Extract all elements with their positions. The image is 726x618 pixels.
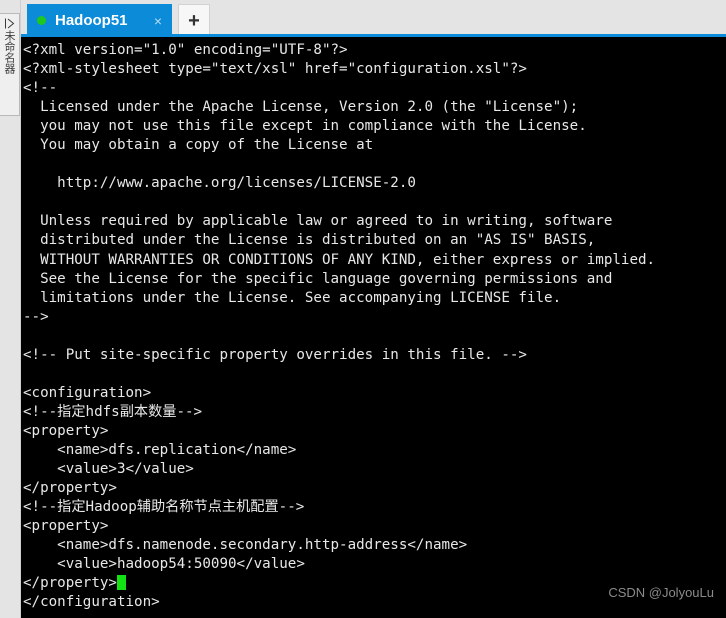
terminal-line: <property> [23,518,109,535]
terminal-line: <property> [23,422,109,439]
tab-label: Hadoop51 [55,12,128,29]
terminal-app-window: 未命名器 Hadoop51 × + <?xml version="1.0" en… [0,0,726,618]
terminal-line: <!--指定Hadoop辅助名称节点主机配置--> [23,499,305,516]
terminal-line: limitations under the License. See accom… [23,289,562,306]
terminal-line: <name>dfs.replication</name> [23,441,297,458]
terminal-line: Licensed under the Apache License, Versi… [23,99,579,116]
terminal-line: <value>3</value> [23,461,194,478]
new-tab-button[interactable]: + [178,4,210,37]
tab-bar: Hadoop51 × + [21,0,726,37]
session-manager-panel[interactable]: 未命名器 [0,13,20,116]
session-manager-label: 未命名器 [3,30,16,74]
terminal-line: <configuration> [23,384,152,401]
terminal-line: WITHOUT WARRANTIES OR CONDITIONS OF ANY … [23,251,656,268]
terminal-line: You may obtain a copy of the License at [23,137,374,154]
terminal-line: <?xml version="1.0" encoding="UTF-8"?> [23,42,348,58]
terminal-line: <value>hadoop54:50090</value> [23,556,305,573]
terminal-line: </configuration> [23,594,160,611]
terminal-line: distributed under the License is distrib… [23,232,596,249]
terminal-line: <!-- Put site-specific property override… [23,346,527,363]
terminal-line: </property> [23,574,655,593]
terminal-line: you may not use this file except in comp… [23,118,587,135]
terminal-line: See the License for the specific languag… [23,270,613,287]
terminal-line: <!--指定hdfs副本数量--> [23,403,203,420]
terminal-line: <name>dfs.namenode.secondary.http-addres… [23,537,468,554]
terminal-output-pane[interactable]: <?xml version="1.0" encoding="UTF-8"?> <?… [21,37,726,618]
terminal-line: --> [23,308,49,325]
close-icon[interactable]: × [152,14,164,28]
terminal-text: <?xml version="1.0" encoding="UTF-8"?> <?… [23,41,655,612]
watermark: CSDN @JolyouLu [608,585,714,600]
connection-status-dot [37,16,46,25]
expand-panel-icon[interactable] [3,16,17,29]
left-sidebar: 未命名器 [0,0,21,618]
terminal-line: Unless required by applicable law or agr… [23,213,613,230]
text-cursor [116,575,126,591]
terminal-line: <!-- [23,80,58,97]
terminal-line: <?xml-stylesheet type="text/xsl" href="c… [23,61,527,78]
terminal-line: http://www.apache.org/licenses/LICENSE-2… [23,175,416,192]
tab-hadoop51[interactable]: Hadoop51 × [27,4,172,37]
terminal-line: </property> [23,480,117,497]
